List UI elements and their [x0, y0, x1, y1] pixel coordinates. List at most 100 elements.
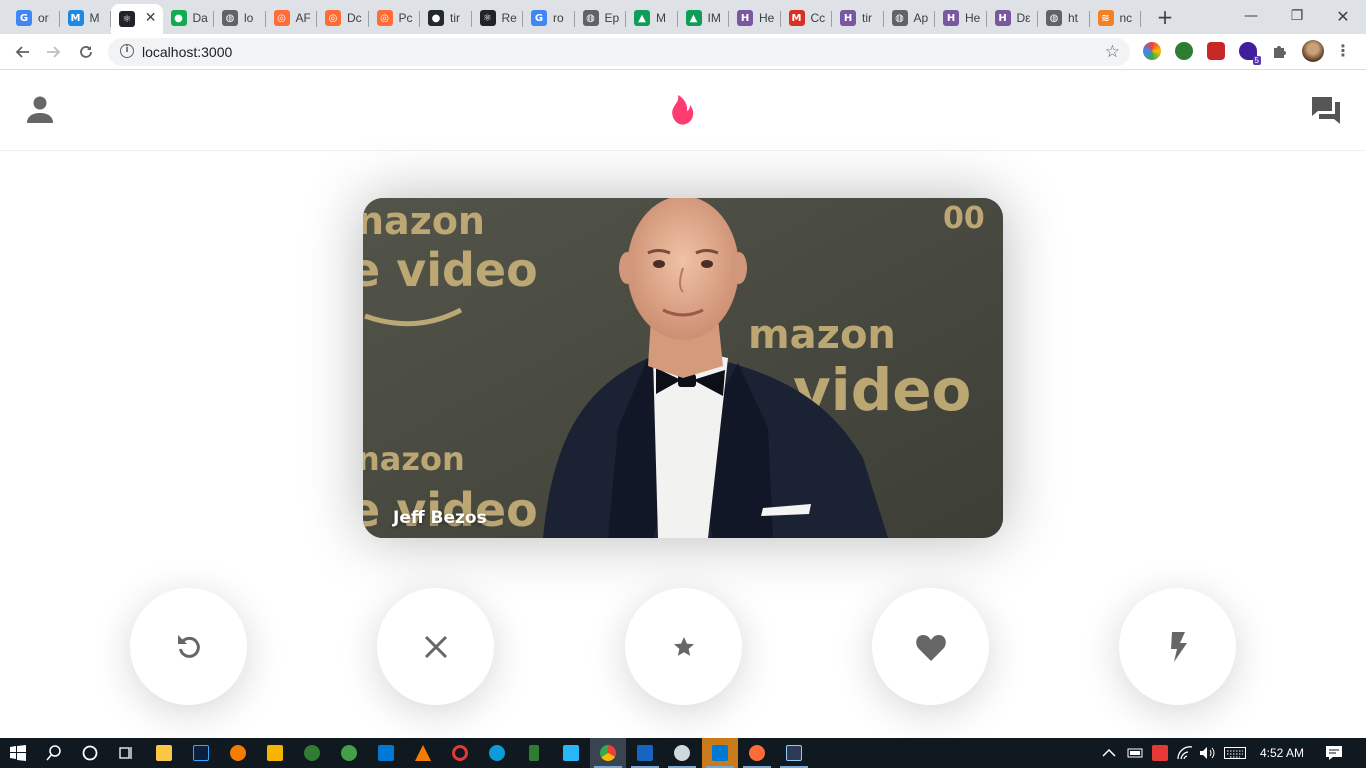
- cortana-icon: [82, 745, 98, 761]
- star-button[interactable]: [625, 588, 742, 705]
- drive-icon: ▲: [634, 10, 650, 26]
- photoshop-icon: [193, 745, 209, 761]
- forward-button[interactable]: [42, 40, 66, 64]
- media-player-app[interactable]: [257, 738, 293, 768]
- mongodb-icon: ●: [170, 10, 187, 26]
- browser-tab[interactable]: H Dε: [987, 4, 1039, 32]
- file-explorer-app[interactable]: [146, 738, 182, 768]
- tab-title: nc: [1119, 11, 1133, 25]
- task-view-button[interactable]: [108, 738, 144, 768]
- chat-button[interactable]: [1310, 95, 1342, 129]
- keyboard-tray[interactable]: [1224, 738, 1246, 768]
- powershell-app[interactable]: [776, 738, 812, 768]
- settings-gear-app[interactable]: [331, 738, 367, 768]
- browser-tab[interactable]: ◎ Pc: [369, 4, 421, 32]
- maximize-button[interactable]: ❐: [1274, 0, 1320, 32]
- notifications-button[interactable]: [1325, 738, 1343, 768]
- browser-tab[interactable]: Htir: [832, 4, 884, 32]
- browser-tab[interactable]: H He: [729, 4, 781, 32]
- address-bar[interactable]: i localhost:3000 ☆: [108, 38, 1130, 66]
- svg-text:00: 00: [943, 201, 985, 236]
- close-window-button[interactable]: ✕: [1320, 0, 1366, 32]
- minimize-button[interactable]: —: [1228, 0, 1274, 32]
- edge-icon: [489, 745, 505, 761]
- graduation-extension-icon[interactable]: 5: [1239, 42, 1261, 65]
- stackoverflow-icon: ≋: [1097, 10, 1114, 26]
- battery-app[interactable]: [516, 738, 552, 768]
- puzzle-red-extension-icon[interactable]: [1207, 42, 1225, 60]
- address-url[interactable]: localhost:3000: [142, 44, 232, 60]
- wifi-tray[interactable]: [1177, 738, 1193, 768]
- profile-button[interactable]: [26, 95, 54, 129]
- taskbar-clock[interactable]: 4:52 AM: [1252, 738, 1312, 768]
- browser-tab[interactable]: ◍ Ap: [884, 4, 936, 32]
- flash-button[interactable]: [1119, 588, 1236, 705]
- notification-icon: [1326, 746, 1342, 760]
- bookmark-star-icon[interactable]: ☆: [1105, 42, 1120, 62]
- extension-badge: 5: [1252, 56, 1261, 65]
- battery-tray[interactable]: [1127, 738, 1145, 768]
- search-button[interactable]: [36, 738, 72, 768]
- vscode-app[interactable]: [702, 738, 738, 768]
- browser-toolbar: i localhost:3000 ☆ 5 ⋮: [0, 34, 1366, 70]
- browser-tab[interactable]: ≋ nc: [1090, 4, 1142, 32]
- browser-tab[interactable]: ⚛ Re: [472, 4, 524, 32]
- react-icon: ⚛: [119, 11, 135, 27]
- settings-app[interactable]: [664, 738, 700, 768]
- color-picker-extension-icon[interactable]: [1143, 42, 1161, 60]
- back-button[interactable]: [10, 40, 34, 64]
- browser-menu-icon[interactable]: ⋮: [1334, 42, 1352, 60]
- antivirus-tray[interactable]: [1152, 738, 1168, 768]
- browser-tab[interactable]: M Cc: [781, 4, 833, 32]
- tab-title: ro: [553, 11, 564, 25]
- start-button[interactable]: [0, 738, 36, 768]
- search-tool-app[interactable]: [220, 738, 256, 768]
- player-app[interactable]: [627, 738, 663, 768]
- tab-close-icon[interactable]: ✕: [145, 10, 157, 26]
- person-icon: [27, 96, 53, 123]
- volume-tray[interactable]: [1199, 738, 1215, 768]
- tinder-logo[interactable]: [670, 93, 696, 131]
- tab-title: Ap: [913, 11, 929, 25]
- browser-tab[interactable]: ◍ lo: [214, 4, 266, 32]
- browser-tab[interactable]: ▲ M: [626, 4, 678, 32]
- browser-tab[interactable]: ● Da: [163, 4, 215, 32]
- screenshot-app[interactable]: [553, 738, 589, 768]
- browser-tab[interactable]: Gro: [523, 4, 575, 32]
- browser-tab[interactable]: Gor: [8, 4, 60, 32]
- postman-app[interactable]: [739, 738, 775, 768]
- show-hidden-icons-button[interactable]: [1102, 738, 1116, 768]
- new-tab-button[interactable]: +: [1153, 6, 1177, 28]
- browser-tab[interactable]: ◍ ht: [1038, 4, 1090, 32]
- browser-tab[interactable]: ▲ IM: [678, 4, 730, 32]
- chrome-app[interactable]: [590, 738, 626, 768]
- edge-app[interactable]: [479, 738, 515, 768]
- browser-tab[interactable]: ⚛ ✕: [111, 4, 163, 34]
- heart-icon: [915, 634, 946, 661]
- mail-app[interactable]: [368, 738, 404, 768]
- terminal-icon: [786, 745, 802, 761]
- extensions-puzzle-icon[interactable]: [1271, 42, 1289, 60]
- vlc-app[interactable]: [405, 738, 441, 768]
- reload-button[interactable]: [74, 40, 98, 64]
- globe-extension-icon[interactable]: [1175, 42, 1193, 60]
- profile-card[interactable]: nazon e video nazon e video mazon video …: [363, 198, 1003, 538]
- replay-button[interactable]: [130, 588, 247, 705]
- close-button[interactable]: [377, 588, 494, 705]
- photoshop-app[interactable]: [183, 738, 219, 768]
- site-info-icon[interactable]: i: [120, 44, 134, 58]
- browser-tab[interactable]: ◎ AF: [266, 4, 318, 32]
- browser-tab[interactable]: MM: [60, 4, 112, 32]
- profile-avatar[interactable]: [1302, 40, 1324, 62]
- browser-tab[interactable]: H He: [935, 4, 987, 32]
- edge-dev-app[interactable]: [294, 738, 330, 768]
- cortana-button[interactable]: [72, 738, 108, 768]
- tab-title: He: [965, 11, 981, 25]
- browser-tab[interactable]: ◎ Dc: [317, 4, 369, 32]
- star-icon: [673, 636, 694, 656]
- browser-tab[interactable]: ● tir: [420, 4, 472, 32]
- opera-app[interactable]: [442, 738, 478, 768]
- tab-title: Ep: [604, 11, 620, 25]
- favorite-button[interactable]: [872, 588, 989, 705]
- browser-tab[interactable]: ◍ Ep: [575, 4, 627, 32]
